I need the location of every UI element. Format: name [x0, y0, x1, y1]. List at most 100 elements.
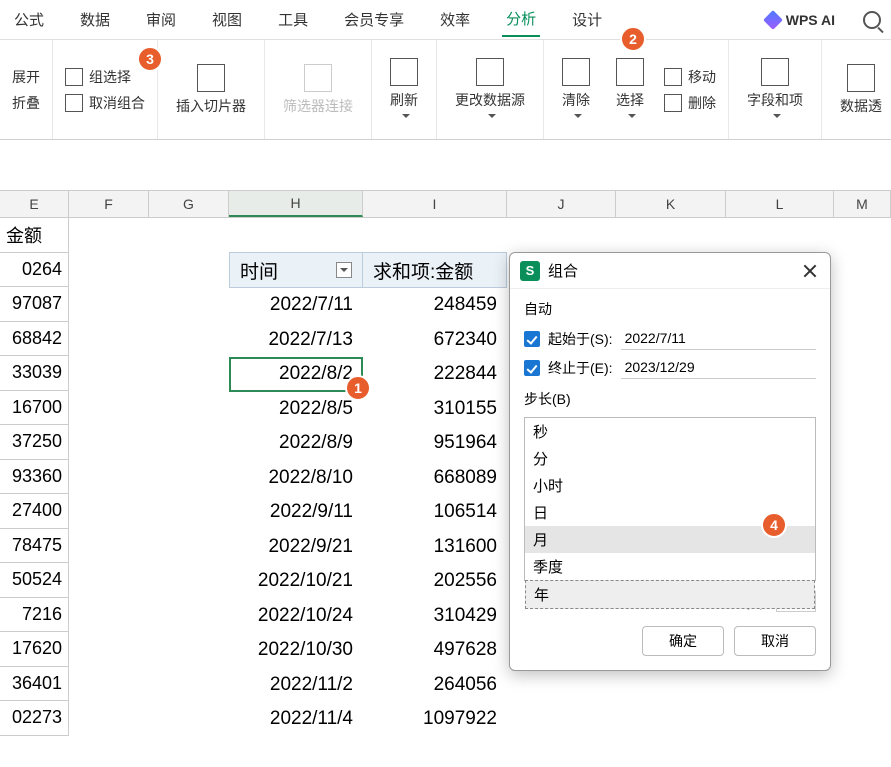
badge-4: 4	[761, 512, 787, 538]
search-icon[interactable]	[863, 11, 881, 29]
cell[interactable]: 93360	[0, 460, 68, 495]
collapse-button[interactable]: 折叠	[12, 93, 40, 113]
fields-icon	[761, 58, 789, 86]
step-opt-hour[interactable]: 小时	[525, 472, 815, 499]
cell[interactable]: 02273	[0, 701, 68, 736]
menu-review[interactable]: 审阅	[142, 3, 180, 36]
select-button[interactable]: 选择	[610, 54, 650, 126]
col-E-header[interactable]: 金额	[0, 218, 68, 253]
col-I[interactable]: I	[363, 191, 507, 217]
col-J[interactable]: J	[507, 191, 616, 217]
cell[interactable]: 36401	[0, 667, 68, 702]
pivot-row[interactable]: 2022/9/21131600	[229, 530, 507, 565]
step-opt-sec[interactable]: 秒	[525, 418, 815, 445]
cell[interactable]: 0264	[0, 253, 68, 288]
ribbon-group-pivot: 数据透	[822, 40, 891, 139]
refresh-button[interactable]: 刷新	[384, 54, 424, 126]
insert-slicer-button[interactable]: 插入切片器	[170, 60, 252, 120]
slicer-icon	[197, 64, 225, 92]
pivot-row[interactable]: 2022/10/30497628	[229, 633, 507, 668]
end-label: 终止于(E):	[548, 358, 613, 378]
pivot-row[interactable]: 2022/11/2264056	[229, 668, 507, 703]
menu-member[interactable]: 会员专享	[340, 3, 408, 36]
end-input[interactable]	[621, 356, 816, 379]
group-dialog: S 组合 自动 起始于(S): 终止于(E): 步长(B) 秒 分 小时 日 月…	[509, 252, 831, 671]
filter-conn-button[interactable]: 筛选器连接	[277, 60, 359, 120]
col-F[interactable]: F	[69, 191, 149, 217]
filter-dropdown-icon[interactable]	[336, 262, 352, 278]
pivot-row[interactable]: 2022/9/11106514	[229, 495, 507, 530]
step-opt-min[interactable]: 分	[525, 445, 815, 472]
cell[interactable]: 78475	[0, 529, 68, 564]
cell[interactable]: 97087	[0, 287, 68, 322]
cell[interactable]: 37250	[0, 425, 68, 460]
ribbon-group-group: 组选择 取消组合 3	[53, 40, 158, 139]
pivot-button[interactable]: 数据透	[834, 60, 888, 120]
start-checkbox[interactable]	[524, 331, 540, 347]
pivot-row[interactable]: 2022/11/41097922	[229, 702, 507, 737]
step-opt-year[interactable]: 年	[525, 580, 815, 609]
group-select-button[interactable]: 组选择	[65, 67, 145, 87]
ok-button[interactable]: 确定	[642, 626, 724, 656]
fields-button[interactable]: 字段和项	[741, 54, 809, 126]
delete-button[interactable]: 删除	[664, 93, 716, 113]
cell[interactable]: 17620	[0, 632, 68, 667]
cancel-button[interactable]: 取消	[734, 626, 816, 656]
menu-analysis[interactable]: 分析	[502, 2, 540, 37]
menu-design[interactable]: 设计	[568, 3, 606, 36]
col-L[interactable]: L	[726, 191, 834, 217]
change-source-button[interactable]: 更改数据源	[449, 54, 531, 126]
col-M[interactable]: M	[834, 191, 891, 217]
ribbon-group-fields: 字段和项	[729, 40, 822, 139]
pivot-table: 时间 求和项:金额 2022/7/11248459 2022/7/1367234…	[229, 252, 507, 737]
wps-ai-button[interactable]: WPS AI	[766, 12, 835, 28]
move-icon	[664, 68, 682, 86]
pivot-header: 时间 求和项:金额	[229, 252, 507, 288]
pivot-row[interactable]: 2022/10/21202556	[229, 564, 507, 599]
cell[interactable]: 7216	[0, 598, 68, 633]
col-E[interactable]: E	[0, 191, 69, 217]
menu-formula[interactable]: 公式	[10, 3, 48, 36]
step-label: 步长(B)	[524, 389, 816, 409]
ribbon-group-data: 刷新	[372, 40, 437, 139]
start-input[interactable]	[621, 327, 816, 350]
pivot-row[interactable]: 2022/7/13672340	[229, 323, 507, 358]
menu-efficiency[interactable]: 效率	[436, 3, 474, 36]
dialog-app-icon: S	[520, 261, 540, 281]
dialog-titlebar: S 组合	[510, 253, 830, 289]
ribbon-group-src: 更改数据源	[437, 40, 544, 139]
menu-tools[interactable]: 工具	[274, 3, 312, 36]
pivot-row[interactable]: 2022/8/5310155	[229, 392, 507, 427]
close-icon[interactable]	[800, 261, 820, 281]
cell[interactable]: 16700	[0, 391, 68, 426]
cell[interactable]: 68842	[0, 322, 68, 357]
pivot-row[interactable]: 2022/10/24310429	[229, 599, 507, 634]
clear-button[interactable]: 清除	[556, 54, 596, 126]
start-label: 起始于(S):	[548, 329, 613, 349]
ribbon-group-slicer: 插入切片器	[158, 40, 265, 139]
ribbon-group-actions: 清除 选择 移动 删除 2	[544, 40, 729, 139]
menu-view[interactable]: 视图	[208, 3, 246, 36]
cell[interactable]: 50524	[0, 563, 68, 598]
pivot-row[interactable]: 2022/8/9951964	[229, 426, 507, 461]
menu-data[interactable]: 数据	[76, 3, 114, 36]
col-K[interactable]: K	[616, 191, 726, 217]
pivot-header-time[interactable]: 时间	[229, 252, 363, 288]
step-opt-quarter[interactable]: 季度	[525, 553, 815, 580]
expand-button[interactable]: 展开	[12, 67, 40, 87]
pivot-header-sum[interactable]: 求和项:金额	[363, 252, 507, 288]
col-H[interactable]: H	[229, 191, 363, 217]
end-checkbox[interactable]	[524, 360, 540, 376]
col-G[interactable]: G	[149, 191, 229, 217]
pivot-row-selected[interactable]: 2022/8/2222844 1	[229, 357, 507, 392]
pivot-icon	[847, 64, 875, 92]
pivot-row[interactable]: 2022/8/10668089	[229, 461, 507, 496]
select-icon	[616, 58, 644, 86]
ungroup-button[interactable]: 取消组合	[65, 93, 145, 113]
cell[interactable]: 27400	[0, 494, 68, 529]
pivot-row[interactable]: 2022/7/11248459	[229, 288, 507, 323]
step-listbox[interactable]: 秒 分 小时 日 月 季度 年 4	[524, 417, 816, 581]
cell[interactable]: 33039	[0, 356, 68, 391]
clear-icon	[562, 58, 590, 86]
move-button[interactable]: 移动	[664, 67, 716, 87]
